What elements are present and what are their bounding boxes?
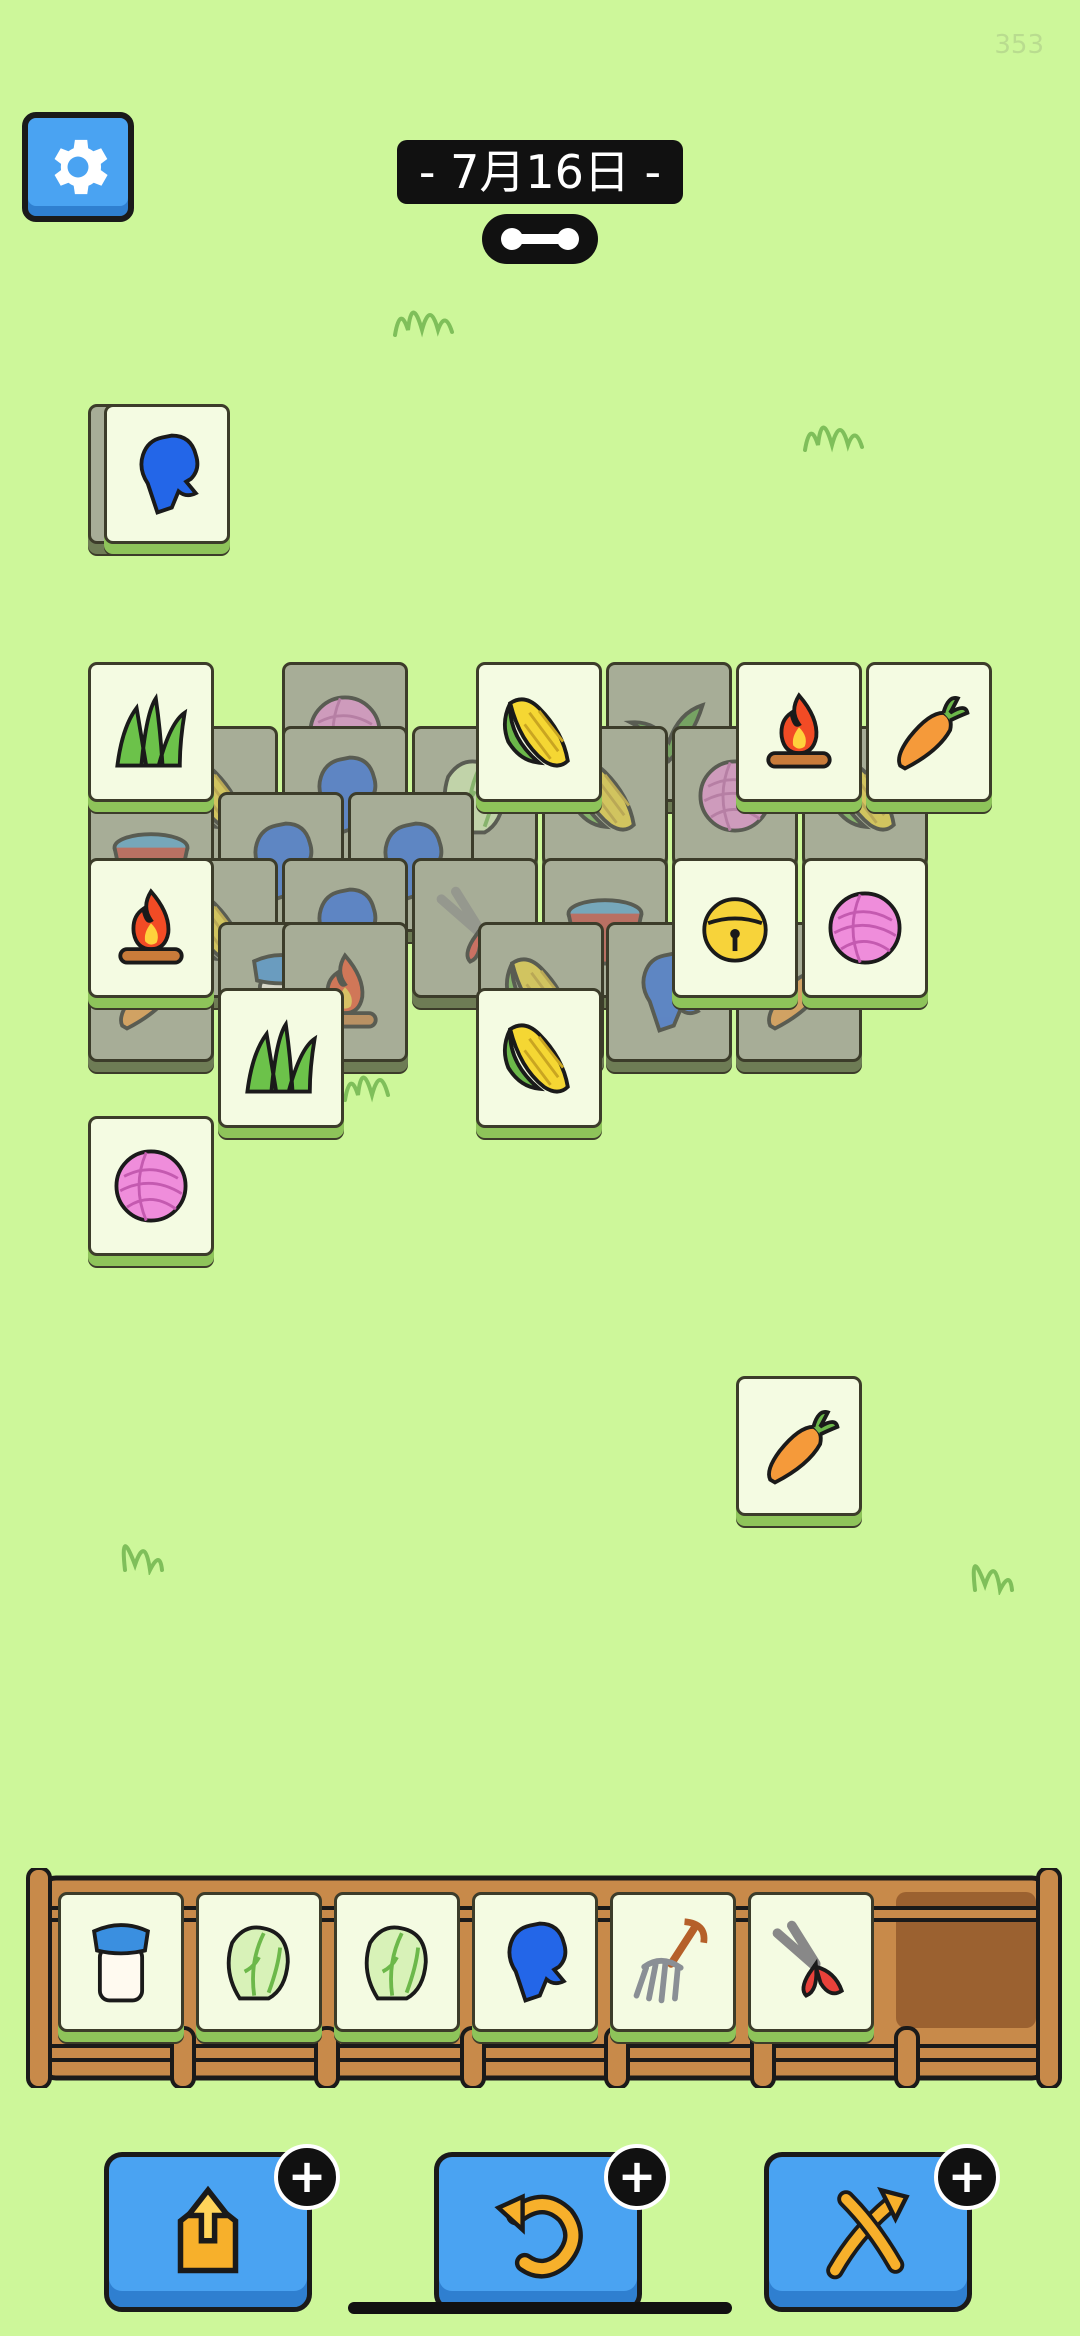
undo-icon [494,2193,583,2279]
grass-icon [103,684,199,780]
grass-decoration [121,1544,164,1575]
board-tile-corn[interactable] [476,662,602,802]
progress-indicator [482,214,598,264]
grass-decoration [393,310,454,338]
dock-slot-cabbage [334,1892,460,2032]
board-tile-campfire[interactable] [88,858,214,998]
grass-decoration [343,1075,390,1103]
dock-slot-milk-jar [58,1892,184,2032]
level-date: - 7月16日 - [397,140,683,204]
cabbage-icon [349,1914,445,2010]
carrot-icon [751,1398,847,1494]
board-tile-grass[interactable] [88,662,214,802]
board-tile-carrot[interactable] [736,1376,862,1516]
board-tile-yarn[interactable] [88,1116,214,1256]
settings-button[interactable] [22,112,134,222]
board-tile-corn[interactable] [476,988,602,1128]
pitchfork-icon [625,1914,721,2010]
dock-slot-pitchfork [610,1892,736,2032]
score-counter: 353 [994,30,1044,60]
glove-icon [119,426,215,522]
milk-jar-icon [73,1914,169,2010]
corn-icon [491,1010,587,1106]
yarn-icon [817,880,913,976]
board-tile-bell[interactable] [672,858,798,998]
board-tile-carrot[interactable] [866,662,992,802]
board-tile-glove[interactable] [104,404,230,544]
bone-icon [501,228,579,250]
shuffle-icon [826,2186,910,2280]
board-tile-grass[interactable] [218,988,344,1128]
move-out-icon [177,2185,239,2274]
grass-decoration [971,1564,1014,1595]
shuffle-plus-badge[interactable]: + [934,2144,1000,2210]
board-tile-campfire[interactable] [736,662,862,802]
dock-slot-shears [748,1892,874,2032]
shears-icon [763,1914,859,2010]
glove-icon [487,1914,583,2010]
yarn-icon [103,1138,199,1234]
grass-icon [233,1010,329,1106]
move-out-plus-badge[interactable]: + [274,2144,340,2210]
campfire-icon [103,880,199,976]
cabbage-icon [211,1914,307,2010]
dock-slot-glove [472,1892,598,2032]
undo-plus-badge[interactable]: + [604,2144,670,2210]
carrot-icon [881,684,977,780]
board-tile-yarn[interactable] [802,858,928,998]
dock-slot-cabbage [196,1892,322,2032]
gear-icon [54,139,108,195]
home-indicator[interactable] [348,2302,732,2314]
campfire-icon [751,684,847,780]
grass-decoration [803,425,864,453]
corn-icon [491,684,587,780]
bell-icon [687,880,783,976]
